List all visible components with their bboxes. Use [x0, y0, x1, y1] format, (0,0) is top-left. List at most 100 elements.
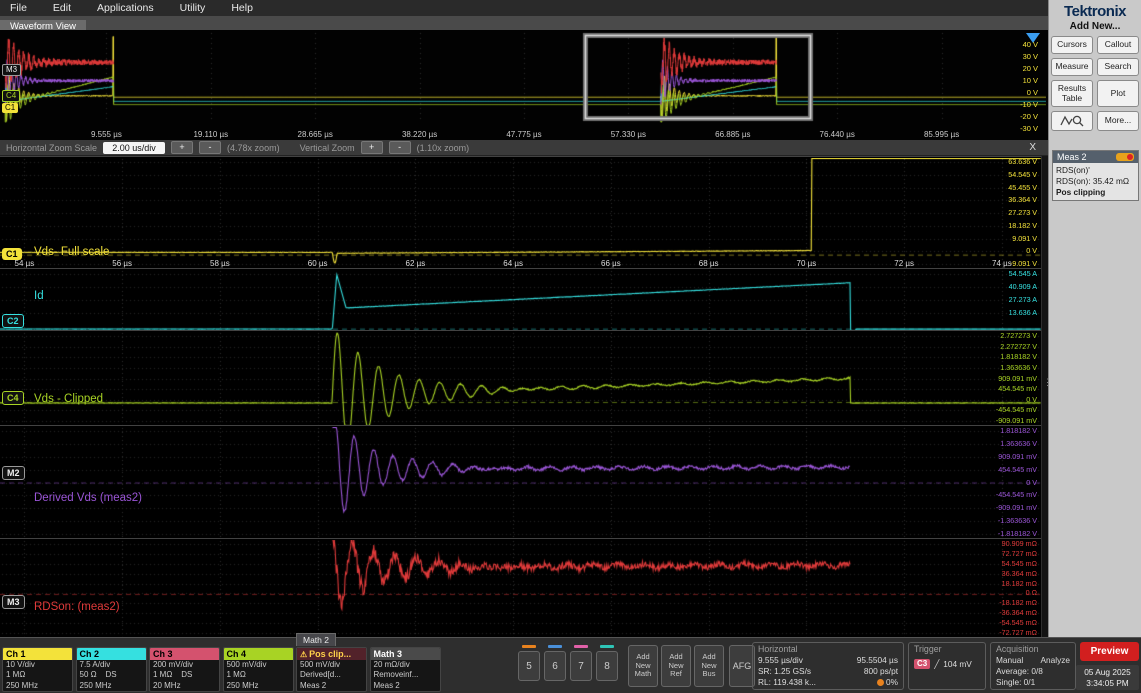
overview-badge-c4[interactable]: C4	[2, 90, 20, 102]
channel-badge-m2[interactable]: M2	[2, 466, 25, 480]
menu-help[interactable]: Help	[231, 2, 253, 14]
scale-label-c2: 54.545 A	[1009, 270, 1037, 278]
zoom-close-button[interactable]: X	[1029, 142, 1042, 153]
scale-label-m3: -54.545 mΩ	[999, 619, 1037, 627]
horizontal-scale: 9.555 µs/div	[758, 655, 803, 666]
channel-badge-m3[interactable]: M3	[2, 595, 25, 609]
menu-utility[interactable]: Utility	[180, 2, 206, 14]
waveform-c2[interactable]	[0, 270, 1041, 330]
h-zoom-scale-value[interactable]: 2.00 us/div	[103, 142, 165, 154]
sidebar-button-cursors[interactable]: Cursors	[1051, 36, 1093, 54]
meas2-source-chip-icon	[1116, 153, 1134, 161]
main-time-label: 60 µs	[308, 259, 328, 268]
zoom-waveform-icon[interactable]	[1051, 111, 1093, 131]
channel-7-button[interactable]: 7	[570, 651, 592, 681]
trigger-panel[interactable]: Trigger C3 ╱ 104 mV	[908, 642, 986, 690]
sidebar-button-measure[interactable]: Measure	[1051, 58, 1093, 76]
h-zoom-out-button[interactable]: -	[199, 141, 221, 154]
meas2-body: RDS(on)' RDS(on): 35.42 mΩ Pos clipping	[1053, 163, 1138, 200]
add-new-math-button[interactable]: Add New Math	[628, 645, 658, 687]
waveform-overview: 40 V30 V20 V10 V0 V-10 V-20 V-30 V9.555 …	[0, 30, 1048, 140]
badge-math3[interactable]: Math 320 mΩ/divRemoveinf...Meas 2	[370, 647, 441, 692]
badge-setting: 7.5 A/div	[77, 660, 146, 670]
math2-warning-header: ⚠Pos clip...	[297, 648, 366, 660]
preview-button[interactable]: Preview	[1080, 642, 1139, 661]
badge-setting: 250 MHz	[3, 681, 72, 691]
main-time-label: 56 µs	[112, 259, 132, 268]
sidebar-button-callout[interactable]: Callout	[1097, 36, 1139, 54]
v-zoom-in-button[interactable]: +	[361, 141, 383, 154]
acquisition-title: Acquisition	[996, 644, 1070, 655]
scale-label-m2: -1.363636 V	[998, 517, 1037, 525]
tab-math2[interactable]: Math 2	[296, 633, 336, 646]
right-sidebar: Tektronix Add New... CursorsCalloutMeasu…	[1048, 0, 1141, 637]
badge-math2[interactable]: ⚠Pos clip...500 mV/divDerived[d...Meas 2	[296, 647, 367, 692]
h-zoom-factor: (4.78x zoom)	[227, 143, 280, 153]
scale-label-m3: 90.909 mΩ	[1002, 540, 1037, 548]
slice-m2: 1.818182 V1.363636 V909.091 mV454.545 mV…	[0, 425, 1041, 538]
menu-edit[interactable]: Edit	[53, 2, 71, 14]
overview-time-label: 57.330 µs	[611, 130, 646, 139]
overview-badge-m3[interactable]: M3	[2, 64, 21, 76]
acquisition-panel[interactable]: Acquisition Manual Analyze Average: 0/8 …	[990, 642, 1076, 690]
waveform-m2[interactable]	[0, 427, 1041, 538]
horizontal-span: 95.5504 µs	[857, 655, 898, 666]
trigger-source-badge[interactable]: C3	[914, 659, 930, 669]
channel-badge-c4[interactable]: C4	[2, 391, 24, 405]
add-new-buttons: Add New MathAdd New RefAdd New Bus	[628, 645, 727, 687]
oscilloscope-app: FileEditApplicationsUtilityHelp Waveform…	[0, 0, 1141, 693]
add-new-ref-button[interactable]: Add New Ref	[661, 645, 691, 687]
acquisition-analyze: Analyze	[1040, 655, 1070, 666]
progress-icon	[877, 679, 884, 686]
waveform-c1[interactable]	[0, 158, 1041, 268]
main-time-label: 62 µs	[406, 259, 426, 268]
slice-m3: 90.909 mΩ72.727 mΩ54.545 mΩ36.364 mΩ18.1…	[0, 538, 1041, 637]
scale-label-m2: 1.818182 V	[1000, 427, 1037, 435]
scale-label-c4: 1.818182 V	[1000, 353, 1037, 361]
overview-badge-c1[interactable]: C1	[2, 103, 18, 113]
meas2-results-panel[interactable]: Meas 2 RDS(on)' RDS(on): 35.42 mΩ Pos cl…	[1052, 150, 1139, 201]
scale-label-m2: 0 V	[1026, 479, 1037, 487]
badge-ch1[interactable]: Ch 110 V/div1 MΩ250 MHz	[2, 647, 73, 692]
channel-name-c4: Vds - Clipped	[34, 393, 103, 405]
add-new-bus-button[interactable]: Add New Bus	[694, 645, 724, 687]
channel-badge-c2[interactable]: C2	[2, 314, 24, 328]
scale-label-c1: 0 V	[1026, 247, 1037, 255]
sidebar-button-search[interactable]: Search	[1097, 58, 1139, 76]
channel-6-button[interactable]: 6	[544, 651, 566, 681]
sidebar-button-plot[interactable]: Plot	[1097, 80, 1139, 107]
overview-canvas[interactable]	[2, 31, 1046, 123]
scale-label-m2: 454.545 mV	[998, 466, 1037, 474]
main-time-label: 58 µs	[210, 259, 230, 268]
menu-applications[interactable]: Applications	[97, 2, 154, 14]
waveform-m3[interactable]	[0, 540, 1041, 637]
horizontal-panel[interactable]: Horizontal 9.555 µs/div 95.5504 µs SR: 1…	[752, 642, 904, 690]
badge-setting: 1 MΩ	[224, 670, 293, 680]
channel-7-color-indicator	[574, 645, 588, 648]
menu-file[interactable]: File	[10, 2, 27, 14]
main-time-label: 72 µs	[894, 259, 914, 268]
scale-label-m3: 54.545 mΩ	[1002, 560, 1037, 568]
badge-ch2[interactable]: Ch 27.5 A/div50 Ω DS250 MHz	[76, 647, 147, 692]
scale-label-c4: -454.545 mV	[996, 406, 1037, 414]
v-zoom-out-button[interactable]: -	[389, 141, 411, 154]
scale-label-c1: 54.545 V	[1008, 171, 1037, 179]
badge-ch3[interactable]: Ch 3200 mV/div1 MΩ DS20 MHz	[149, 647, 220, 692]
scale-label-c1: 18.182 V	[1008, 222, 1037, 230]
badge-setting: 500 mV/div	[224, 660, 293, 670]
channel-8-button[interactable]: 8	[596, 651, 618, 681]
sidebar-button-results-table[interactable]: Results Table	[1051, 80, 1093, 107]
scale-label-c1: 9.091 V	[1012, 235, 1037, 243]
badge-setting: Meas 2	[297, 681, 366, 691]
badge-ch4[interactable]: Ch 4500 mV/div1 MΩ250 MHz	[223, 647, 294, 692]
overview-time-label: 38.220 µs	[402, 130, 437, 139]
channel-5-button[interactable]: 5	[518, 651, 540, 681]
badge-setting: 1 MΩ	[3, 670, 72, 680]
waveform-c4[interactable]	[0, 332, 1041, 425]
sidebar-button-more[interactable]: More...	[1097, 111, 1139, 131]
panel-scrollbar[interactable]: ⋮	[1041, 156, 1048, 637]
time-label: 3:34:05 PM	[1076, 678, 1139, 689]
channel-number-buttons: 5678	[518, 642, 624, 688]
badge-setting: 500 mV/div	[297, 660, 366, 670]
h-zoom-in-button[interactable]: +	[171, 141, 193, 154]
